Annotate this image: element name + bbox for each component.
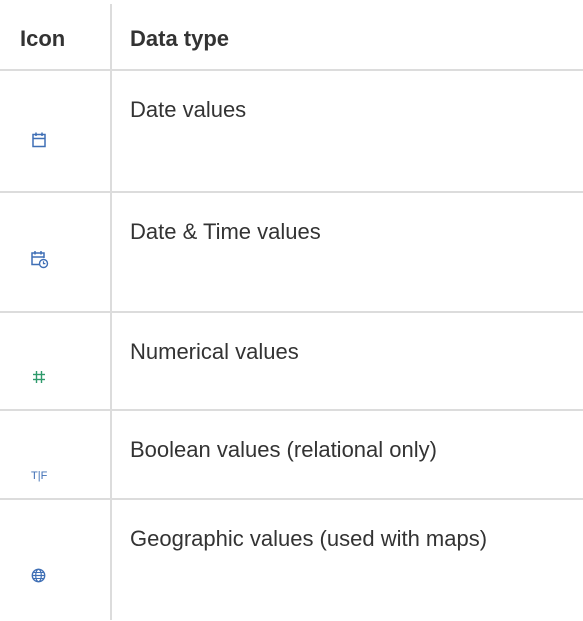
data-type-label: Geographic values (used with maps) [130,526,488,551]
calendar-icon [32,132,46,148]
data-type-label: Date values [130,97,247,122]
header-data-type: Data type [130,26,230,51]
globe-icon [31,568,46,583]
table-row: Date & Time values [0,193,583,311]
table-row: Date values [0,71,583,191]
table-row: Numerical values [0,313,583,409]
header-icon: Icon [20,26,66,51]
icon-cell: T|F [0,411,110,498]
icon-cell [0,313,110,409]
table-row: Geographic values (used with maps) [0,500,583,621]
data-type-label: Date & Time values [130,219,321,244]
table-row: T|F Boolean values (relational only) [0,411,583,498]
data-type-label: Numerical values [130,339,299,364]
data-type-table: Icon Data type Date values Date & Time v… [0,0,583,621]
hash-icon [33,371,45,383]
calendar-clock-icon [31,251,49,269]
icon-cell [0,193,110,311]
boolean-tf-icon: T|F [31,470,48,482]
data-type-label: Boolean values (relational only) [130,437,437,462]
icon-cell [0,500,110,621]
icon-cell [0,71,110,191]
